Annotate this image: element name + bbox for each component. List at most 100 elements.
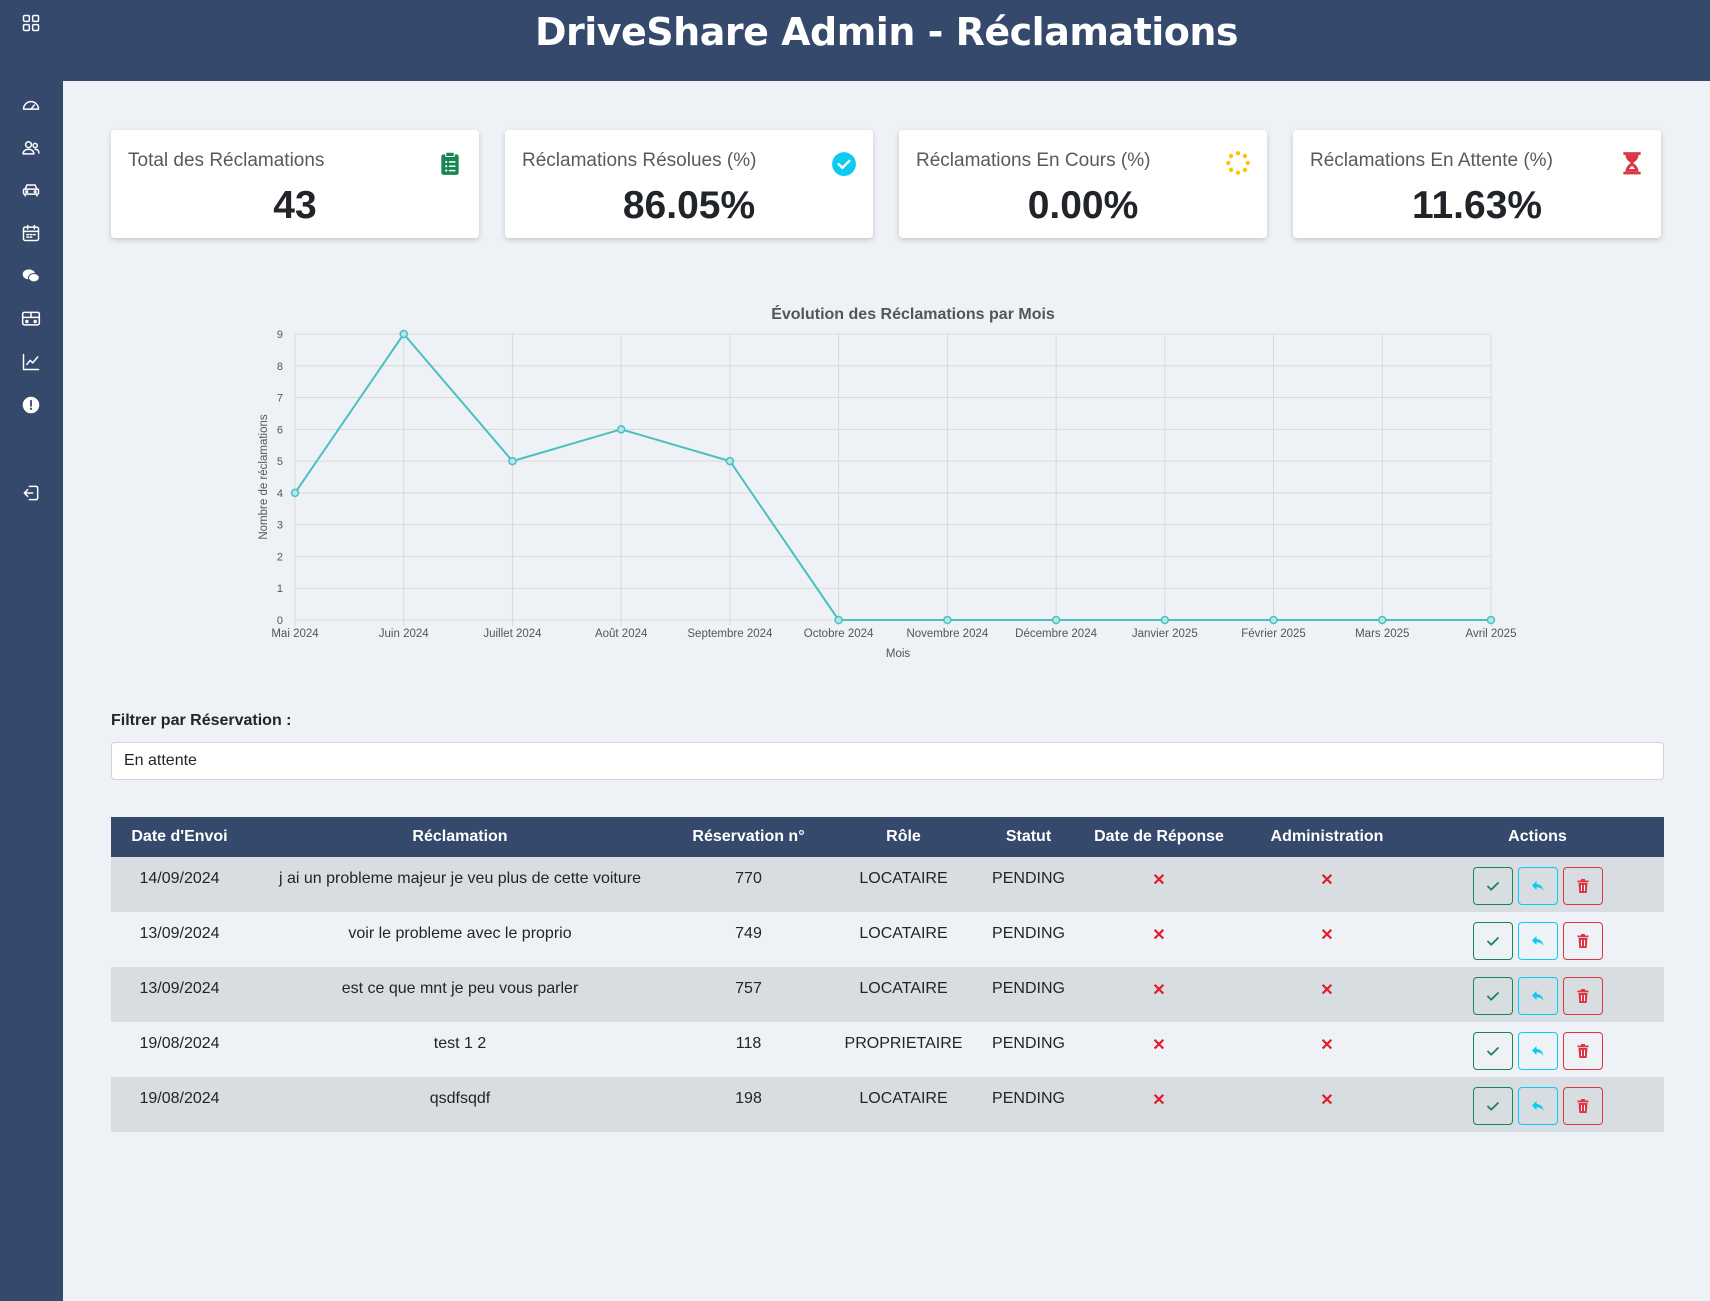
data-point: [1486, 615, 1496, 625]
reservation-filter-select[interactable]: En attente: [111, 742, 1664, 780]
reply-button[interactable]: [1517, 1032, 1558, 1070]
stat-card-pending: Réclamations En Attente (%) 11.63%: [1293, 130, 1661, 238]
chat-icon[interactable]: [18, 263, 44, 289]
cell-role: PROPRIETAIRE: [844, 1035, 963, 1052]
chart-title: Évolution des Réclamations par Mois: [771, 304, 1055, 323]
cell-administration: ✕: [1243, 1077, 1411, 1132]
resolve-button[interactable]: [1472, 1032, 1513, 1070]
trash-icon: [1577, 1044, 1588, 1058]
delete-button[interactable]: [1562, 867, 1603, 905]
row-actions: [1411, 922, 1664, 960]
cell-role: LOCATAIRE: [859, 980, 948, 997]
stat-value: 11.63%: [1411, 184, 1543, 227]
trash-icon: [1577, 1099, 1588, 1113]
y-tick-label: 7: [277, 393, 283, 405]
grid-icon[interactable]: [18, 10, 44, 36]
x-tick-label: Août 2024: [595, 628, 648, 640]
resolve-button[interactable]: [1472, 977, 1513, 1015]
spinner-icon: [1226, 151, 1250, 175]
cell-role: LOCATAIRE: [859, 870, 948, 887]
cell-date: 13/09/2024: [139, 980, 220, 997]
y-tick-label: 5: [277, 456, 283, 468]
chart-icon[interactable]: [18, 349, 44, 375]
speedometer-icon[interactable]: [18, 92, 44, 118]
data-point: [1051, 615, 1061, 625]
cell-administration: ✕: [1243, 912, 1411, 967]
x-mark-icon: ✕: [1152, 1037, 1166, 1054]
filter-label: Filtrer par Réservation :: [111, 712, 292, 729]
column-header: Administration: [1243, 817, 1411, 857]
bus-icon[interactable]: [18, 306, 44, 332]
calendar-icon[interactable]: [18, 220, 44, 246]
delete-button[interactable]: [1562, 1087, 1603, 1125]
x-mark-icon: ✕: [1320, 1037, 1334, 1054]
column-header: Statut: [982, 817, 1075, 857]
reply-icon: [1531, 1101, 1543, 1111]
table-row: 13/09/2024 est ce que mnt je peu vous pa…: [111, 967, 1664, 1022]
reply-button[interactable]: [1517, 977, 1558, 1015]
y-tick-label: 1: [277, 583, 283, 595]
stat-label: Réclamations En Cours (%): [916, 150, 1151, 171]
reply-button[interactable]: [1517, 922, 1558, 960]
check-icon: [1486, 992, 1499, 1001]
cell-actions: [1411, 857, 1664, 912]
delete-button[interactable]: [1562, 1032, 1603, 1070]
x-tick-label: Mars 2025: [1355, 628, 1409, 640]
column-header: Réservation n°: [672, 817, 825, 857]
x-tick-label: Avril 2025: [1466, 628, 1517, 640]
alert-icon[interactable]: [18, 392, 44, 418]
resolve-button[interactable]: [1472, 1087, 1513, 1125]
car-icon[interactable]: [18, 177, 44, 203]
check-circle-icon: [832, 152, 856, 176]
x-mark-icon: ✕: [1152, 982, 1166, 999]
stat-card-total: Total des Réclamations 43: [111, 130, 479, 238]
delete-button[interactable]: [1562, 977, 1603, 1015]
reply-button[interactable]: [1517, 1087, 1558, 1125]
trash-icon: [1577, 934, 1588, 948]
cell-role: LOCATAIRE: [859, 925, 948, 942]
x-axis-label: Mois: [886, 648, 911, 660]
series-line: [294, 333, 1491, 621]
row-actions: [1411, 1032, 1664, 1070]
data-point: [508, 456, 517, 466]
resolve-button[interactable]: [1472, 867, 1513, 905]
users-icon[interactable]: [18, 135, 44, 161]
check-icon: [1486, 1102, 1499, 1111]
y-tick-label: 9: [277, 329, 283, 341]
cell-reservation: 757: [735, 980, 762, 997]
cell-status: PENDING: [992, 1035, 1065, 1052]
cell-administration: ✕: [1243, 967, 1411, 1022]
logout-icon[interactable]: [18, 480, 44, 506]
cell-actions: [1411, 912, 1664, 967]
y-tick-label: 6: [277, 424, 283, 436]
page-title: DriveShare Admin - Réclamations: [534, 10, 1239, 54]
y-tick-label: 8: [277, 361, 283, 373]
x-tick-label: Décembre 2024: [1015, 628, 1097, 640]
line-chart: Évolution des Réclamations par Mois 0 1 2 3 4…: [258, 304, 1517, 660]
cell-response-date: ✕: [1075, 1022, 1243, 1077]
cell-response-date: ✕: [1075, 1077, 1243, 1132]
x-tick-label: Mai 2024: [271, 628, 319, 640]
x-tick-label: Juin 2024: [379, 628, 429, 640]
cell-administration: ✕: [1243, 857, 1411, 912]
reply-button[interactable]: [1517, 867, 1558, 905]
column-header: Rôle: [825, 817, 982, 857]
data-point: [943, 615, 952, 625]
y-tick-label: 3: [277, 520, 283, 532]
cell-claim: test 1 2: [433, 1035, 487, 1052]
table-row: 13/09/2024 voir le probleme avec le prop…: [111, 912, 1664, 967]
column-header: Date d'Envoi: [111, 817, 248, 857]
cell-reservation: 198: [735, 1090, 762, 1107]
cell-status: PENDING: [992, 870, 1065, 887]
x-tick-label: Septembre 2024: [687, 628, 773, 640]
hourglass-icon: [1623, 152, 1641, 175]
column-header: Date de Réponse: [1075, 817, 1243, 857]
cell-reservation: 118: [735, 1035, 762, 1052]
delete-button[interactable]: [1562, 922, 1603, 960]
column-header: Réclamation: [248, 817, 672, 857]
resolve-button[interactable]: [1472, 922, 1513, 960]
cell-status: PENDING: [992, 980, 1065, 997]
data-point: [290, 488, 300, 498]
trash-icon: [1577, 989, 1588, 1003]
data-point: [725, 456, 735, 466]
